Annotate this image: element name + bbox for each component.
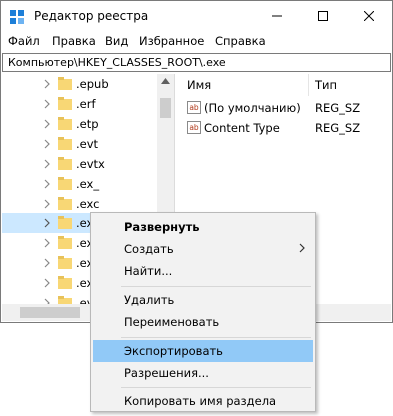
value-name: Content Type [204, 121, 280, 135]
folder-icon [58, 296, 72, 304]
scroll-thumb[interactable] [160, 98, 171, 118]
context-menu: Развернуть Создать Найти... Удалить Пере… [90, 212, 316, 412]
chevron-right-icon[interactable] [42, 158, 52, 170]
chevron-right-icon[interactable] [42, 78, 52, 90]
value-type: REG_SZ [315, 101, 361, 115]
tree-item[interactable]: .erf [2, 94, 157, 114]
menu-item-expand[interactable]: Развернуть [91, 216, 315, 238]
address-bar[interactable]: Компьютер\HKEY_CLASSES_ROOT\.exe [2, 53, 391, 72]
column-divider[interactable] [308, 74, 309, 96]
tree-item-label: .exc [76, 197, 100, 211]
close-icon [364, 11, 374, 21]
menu-separator [121, 337, 311, 338]
folder-icon [58, 216, 72, 229]
minimize-icon [272, 15, 282, 17]
menu-item-label: Удалить [124, 293, 175, 307]
window-title: Редактор реестра [34, 9, 149, 23]
menu-favorites[interactable]: Избранное [139, 34, 204, 48]
tree-item-label: .erf [76, 97, 96, 111]
column-header-name[interactable]: Имя [187, 78, 211, 92]
menu-view[interactable]: Вид [105, 34, 128, 48]
folder-icon [58, 117, 72, 130]
tree-item[interactable]: .exc [2, 194, 157, 214]
tree-item[interactable]: .ex_ [2, 174, 157, 194]
menu-item-label: Развернуть [124, 220, 200, 234]
menu-item-label: Найти... [124, 264, 173, 278]
menu-bar: Файл Правка Вид Избранное Справка [1, 31, 392, 51]
menu-item-delete[interactable]: Удалить [91, 289, 315, 311]
string-value-icon: ab [187, 101, 201, 114]
menu-item-label: Создать [124, 242, 174, 256]
menu-item-export[interactable]: Экспортировать [93, 340, 313, 362]
chevron-right-icon[interactable] [42, 217, 52, 229]
menu-item-label: Экспортировать [124, 344, 223, 358]
menu-file[interactable]: Файл [8, 34, 40, 48]
chevron-right-icon[interactable] [42, 257, 52, 269]
folder-icon [58, 197, 72, 210]
tree-item-label: .evtx [76, 157, 105, 171]
string-value-icon: ab [187, 121, 201, 134]
tree-item[interactable]: .etp [2, 114, 157, 134]
chevron-right-icon[interactable] [42, 178, 52, 190]
scroll-thumb[interactable] [20, 307, 80, 318]
menu-item-label: Разрешения... [124, 366, 209, 380]
title-bar[interactable]: Редактор реестра [1, 1, 392, 31]
folder-icon [58, 256, 72, 269]
menu-edit[interactable]: Правка [52, 34, 96, 48]
chevron-right-icon[interactable] [42, 198, 52, 210]
scroll-up-icon[interactable] [161, 78, 170, 84]
value-type: REG_SZ [315, 121, 361, 135]
chevron-right-icon[interactable] [42, 98, 52, 110]
chevron-right-icon[interactable] [42, 237, 52, 249]
value-name: (По умолчанию) [204, 101, 301, 115]
list-item[interactable]: ab Content Type REG_SZ [181, 118, 391, 138]
close-button[interactable] [346, 1, 392, 31]
maximize-button[interactable] [300, 1, 346, 31]
tree-item-label: .epub [76, 77, 109, 91]
menu-item-copy-key-name[interactable]: Копировать имя раздела [91, 390, 315, 412]
menu-item-find[interactable]: Найти... [91, 260, 315, 282]
tree-item-label: .ex_ [76, 177, 100, 191]
chevron-right-icon[interactable] [42, 277, 52, 289]
folder-icon [58, 177, 72, 190]
maximize-icon [318, 11, 328, 21]
menu-item-permissions[interactable]: Разрешения... [91, 362, 315, 384]
list-item[interactable]: ab (По умолчанию) REG_SZ [181, 98, 391, 118]
folder-icon [58, 236, 72, 249]
folder-icon [58, 77, 72, 90]
menu-item-rename[interactable]: Переименовать [91, 311, 315, 333]
registry-editor-icon [10, 10, 24, 24]
menu-item-label: Копировать имя раздела [124, 394, 277, 408]
chevron-right-icon [299, 243, 305, 253]
chevron-right-icon[interactable] [42, 118, 52, 130]
tree-item[interactable]: .epub [2, 74, 157, 94]
minimize-button[interactable] [254, 1, 300, 31]
menu-separator [121, 286, 311, 287]
chevron-right-icon[interactable] [42, 297, 52, 304]
chevron-right-icon[interactable] [42, 138, 52, 150]
menu-help[interactable]: Справка [215, 34, 266, 48]
folder-icon [58, 97, 72, 110]
folder-icon [58, 137, 72, 150]
address-path: Компьютер\HKEY_CLASSES_ROOT\.exe [8, 56, 226, 69]
tree-item[interactable]: .evt [2, 134, 157, 154]
menu-item-create[interactable]: Создать [91, 238, 315, 260]
menu-item-label: Переименовать [124, 315, 220, 329]
column-header-type[interactable]: Тип [315, 78, 337, 92]
folder-icon [58, 157, 72, 170]
folder-icon [58, 276, 72, 289]
tree-item-label: .evt [76, 137, 99, 151]
tree-item-label: .etp [76, 117, 99, 131]
tree-item[interactable]: .evtx [2, 154, 157, 174]
menu-separator [121, 387, 311, 388]
